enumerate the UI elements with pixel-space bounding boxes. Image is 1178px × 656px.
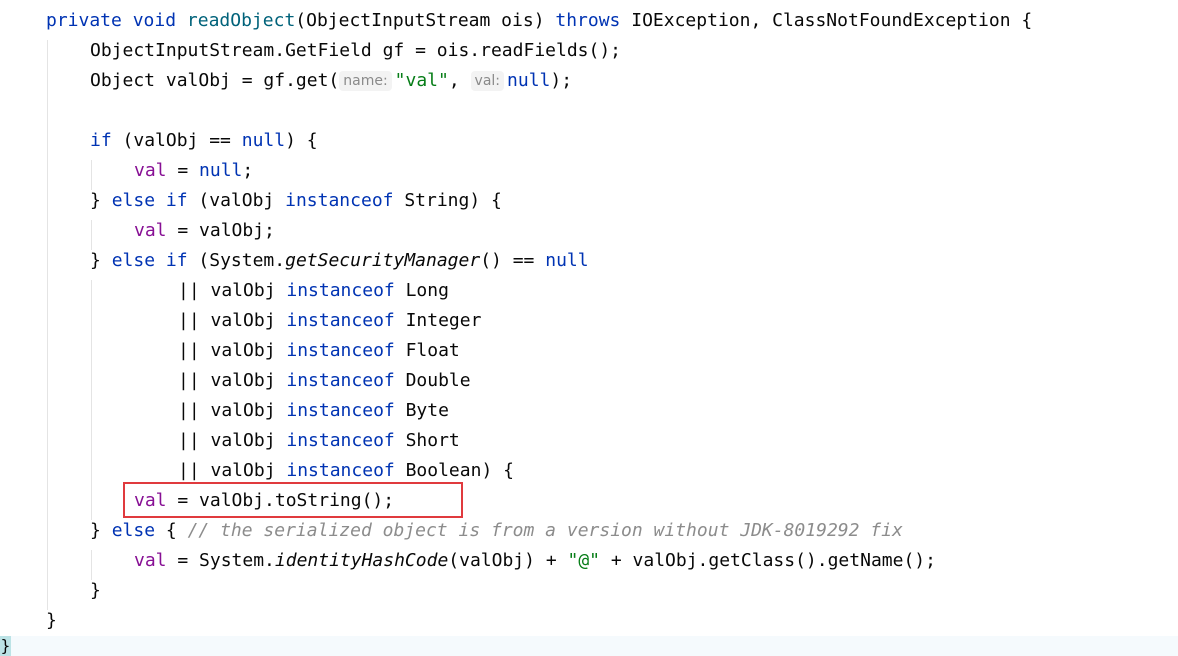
method-name: readObject [186,10,296,31]
code-comment: // the serialized object is from a versi… [187,520,903,541]
code-line-val-valobj: val = valObj; [134,220,275,241]
parameter-hint-val: val: [470,71,505,91]
code-line-val-null: val = null; [134,160,254,181]
code-line-close-else: } [90,580,101,601]
code-line-method-signature: private void readObject(ObjectInputStrea… [46,10,1033,31]
code-editor[interactable]: private void readObject(ObjectInputStrea… [0,0,1178,656]
code-line-close-method: } [46,610,57,631]
code-line-identity-hash: val = System.identityHashCode(valObj) + … [134,550,936,571]
code-line-else-if-security: } else if (System.getSecurityManager() =… [90,250,589,271]
indent-guide [47,40,48,610]
code-line-readfields: ObjectInputStream.GetField gf = ois.read… [90,40,622,61]
code-line-or-integer: || valObj instanceof Integer [178,310,482,331]
next-line-strip: } [0,636,1178,656]
code-line-else-comment: } else { // the serialized object is fro… [90,520,903,541]
code-line-or-double: || valObj instanceof Double [178,370,471,391]
code-line-or-byte: || valObj instanceof Byte [178,400,449,421]
parameter-hint-name: name: [339,71,392,91]
code-line-or-float: || valObj instanceof Float [178,340,460,361]
matched-brace-marker: } [0,636,11,656]
code-line-if-null: if (valObj == null) { [90,130,318,151]
code-line-or-long: || valObj instanceof Long [178,280,449,301]
code-line-else-if-string: } else if (valObj instanceof String) { [90,190,502,211]
highlight-box [123,482,463,518]
code-line-or-short: || valObj instanceof Short [178,430,460,451]
indent-guide [91,280,92,520]
code-line-get-val: Object valObj = gf.get(name: "val", val: n… [90,70,573,91]
